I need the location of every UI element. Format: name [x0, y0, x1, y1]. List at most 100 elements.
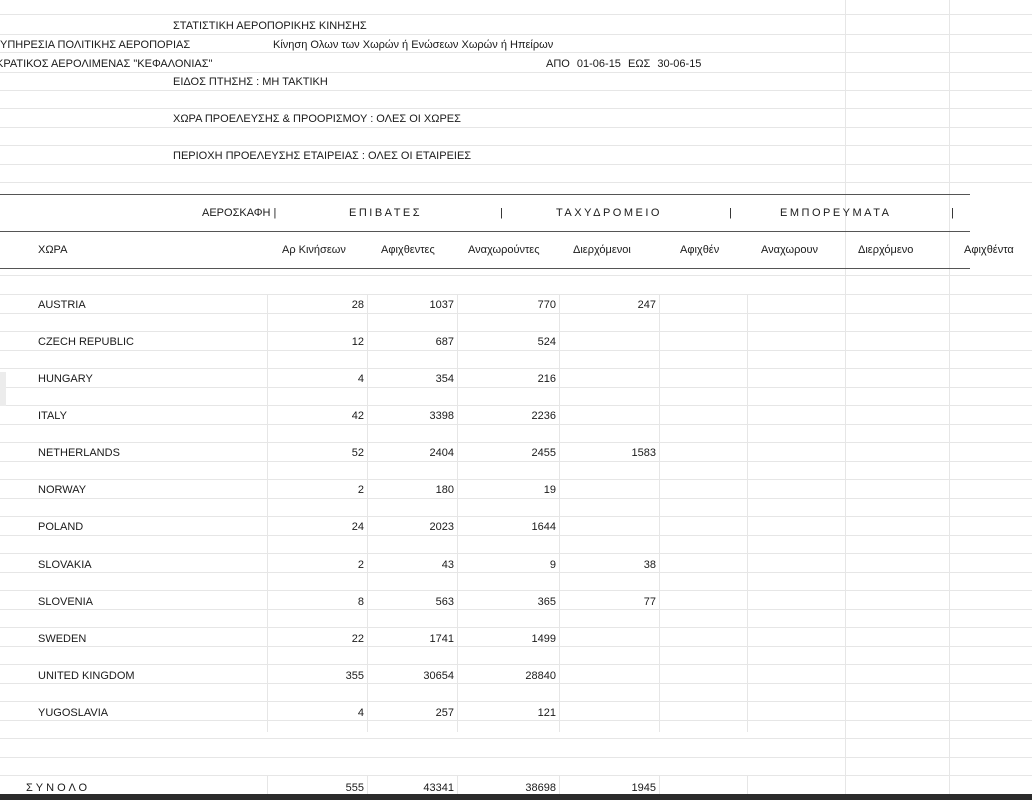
- departures-value: 9: [549, 559, 556, 571]
- country-filter: ΧΩΡΑ ΠΡΟΕΛΕΥΣΗΣ & ΠΡΟΟΡΙΣΜΟΥ : ΟΛΕΣ ΟΙ Χ…: [173, 113, 461, 125]
- grid-line: [0, 387, 1032, 388]
- departures-value: 121: [537, 707, 556, 719]
- grid-line: [0, 127, 1032, 128]
- departures-value: 2455: [531, 447, 556, 459]
- movements-value: 28: [351, 299, 364, 311]
- grid-line: [0, 738, 1032, 739]
- grid-line: [0, 498, 1032, 499]
- arrivals-value: 1037: [429, 299, 454, 311]
- grid-line: [0, 294, 1032, 295]
- grid-line: [0, 145, 1032, 146]
- grid-line: [0, 275, 1032, 276]
- grid-line: [0, 424, 1032, 425]
- total-transit: 1945: [631, 782, 656, 794]
- country-name: YUGOSLAVIA: [38, 707, 109, 719]
- grid-line: [0, 164, 1032, 165]
- grid-column-line: [559, 294, 560, 732]
- movements-value: 2: [357, 484, 364, 496]
- group-cargo: ΕΜΠΟΡΕΥΜΑΤΑ: [780, 207, 892, 219]
- total-arrivals: 43341: [423, 782, 454, 794]
- column-header-mail-transit: Διερχόμενο: [858, 244, 914, 256]
- header-rule: [0, 231, 970, 232]
- airport-line: ΚΡΑΤΙΚΟΣ ΑΕΡΟΛΙΜΕΝΑΣ "ΚΕΦΑΛΟΝΙΑΣ": [0, 58, 213, 70]
- grid-line: [0, 368, 1032, 369]
- total-departures: 38698: [525, 782, 556, 794]
- arrivals-value: 563: [435, 596, 454, 608]
- group-separator: |: [951, 207, 954, 219]
- group-aircraft: ΑΕΡΟΣΚΑΦΗ |: [202, 207, 277, 219]
- movements-value: 4: [357, 707, 364, 719]
- organization-line: ΥΠΗΡΕΣΙΑ ΠΟΛΙΤΙΚΗΣ ΑΕΡΟΠΟΡΙΑΣ: [0, 39, 191, 51]
- group-separator: |: [500, 207, 503, 219]
- transit-value: 38: [643, 559, 656, 571]
- spreadsheet: ΣΤΑΤΙΣΤΙΚΗ ΑΕΡΟΠΟΡΙΚΗΣ ΚΙΝΗΣΗΣ ΥΠΗΡΕΣΙΑ …: [0, 0, 1032, 800]
- grid-line: [0, 775, 1032, 776]
- transit-value: 1583: [631, 447, 656, 459]
- grid-column-line: [747, 294, 748, 732]
- country-name: CZECH REPUBLIC: [38, 336, 134, 348]
- grid-line: [0, 90, 1032, 91]
- arrivals-value: 687: [435, 336, 454, 348]
- grid-line: [0, 405, 1032, 406]
- header-rule: [0, 268, 970, 269]
- group-separator: |: [729, 207, 732, 219]
- arrivals-value: 43: [441, 559, 454, 571]
- grid-line: [0, 34, 1032, 35]
- grid-line: [0, 627, 1032, 628]
- grid-column-line: [659, 776, 660, 795]
- movements-value: 2: [357, 559, 364, 571]
- grid-line: [0, 757, 1032, 758]
- report-period: ΑΠΟ 01-06-15 ΕΩΣ 30-06-15: [546, 58, 702, 70]
- country-name: NORWAY: [38, 484, 87, 496]
- grid-column-line: [949, 0, 950, 795]
- movements-value: 24: [351, 521, 364, 533]
- column-header-mail-departing: Αναχωρουν: [761, 244, 818, 256]
- movements-value: 12: [351, 336, 364, 348]
- arrivals-value: 354: [435, 373, 454, 385]
- bottom-bar: [0, 794, 1032, 800]
- grid-line: [0, 535, 1032, 536]
- grid-line: [0, 646, 1032, 647]
- movement-description: Κίνηση Ολων των Χωρών ή Ενώσεων Χωρών ή …: [273, 39, 554, 51]
- movements-value: 355: [345, 670, 364, 682]
- country-name: UNITED KINGDOM: [38, 670, 135, 682]
- grid-column-line: [267, 294, 268, 732]
- grid-column-line: [457, 294, 458, 732]
- grid-line: [0, 609, 1032, 610]
- grid-line: [0, 72, 1032, 73]
- transit-value: 77: [643, 596, 656, 608]
- grid-line: [0, 516, 1032, 517]
- movements-value: 8: [357, 596, 364, 608]
- arrivals-value: 1741: [429, 633, 454, 645]
- movements-value: 22: [351, 633, 364, 645]
- movements-value: 42: [351, 410, 364, 422]
- grid-line: [0, 331, 1032, 332]
- grid-line: [0, 590, 1032, 591]
- column-header-arrivals: Αφιχθεντες: [381, 244, 435, 256]
- grid-line: [0, 461, 1032, 462]
- arrivals-value: 2404: [429, 447, 454, 459]
- arrivals-value: 257: [435, 707, 454, 719]
- arrivals-value: 30654: [423, 670, 454, 682]
- departures-value: 2236: [531, 410, 556, 422]
- grid-column-line: [367, 294, 368, 732]
- grid-line: [0, 553, 1032, 554]
- grid-line: [0, 14, 1032, 15]
- arrivals-value: 2023: [429, 521, 454, 533]
- company-filter: ΠΕΡΙΟΧΗ ΠΡΟΕΛΕΥΣΗΣ ΕΤΑΙΡΕΙΑΣ : ΟΛΕΣ ΟΙ Ε…: [173, 150, 472, 162]
- grid-line: [0, 683, 1032, 684]
- grid-line: [0, 52, 1032, 53]
- grid-line: [0, 572, 1032, 573]
- country-name: NETHERLANDS: [38, 447, 120, 459]
- movements-value: 4: [357, 373, 364, 385]
- grid-line: [0, 182, 1032, 183]
- departures-value: 216: [537, 373, 556, 385]
- total-label: ΣΥΝΟΛΟ: [26, 782, 91, 794]
- country-name: AUSTRIA: [38, 299, 86, 311]
- grid-line: [0, 664, 1032, 665]
- departures-value: 524: [537, 336, 556, 348]
- report-title: ΣΤΑΤΙΣΤΙΚΗ ΑΕΡΟΠΟΡΙΚΗΣ ΚΙΝΗΣΗΣ: [173, 20, 367, 32]
- departures-value: 365: [537, 596, 556, 608]
- total-movements: 555: [345, 782, 364, 794]
- column-header-mail-arrived: Αφιχθέν: [680, 244, 720, 256]
